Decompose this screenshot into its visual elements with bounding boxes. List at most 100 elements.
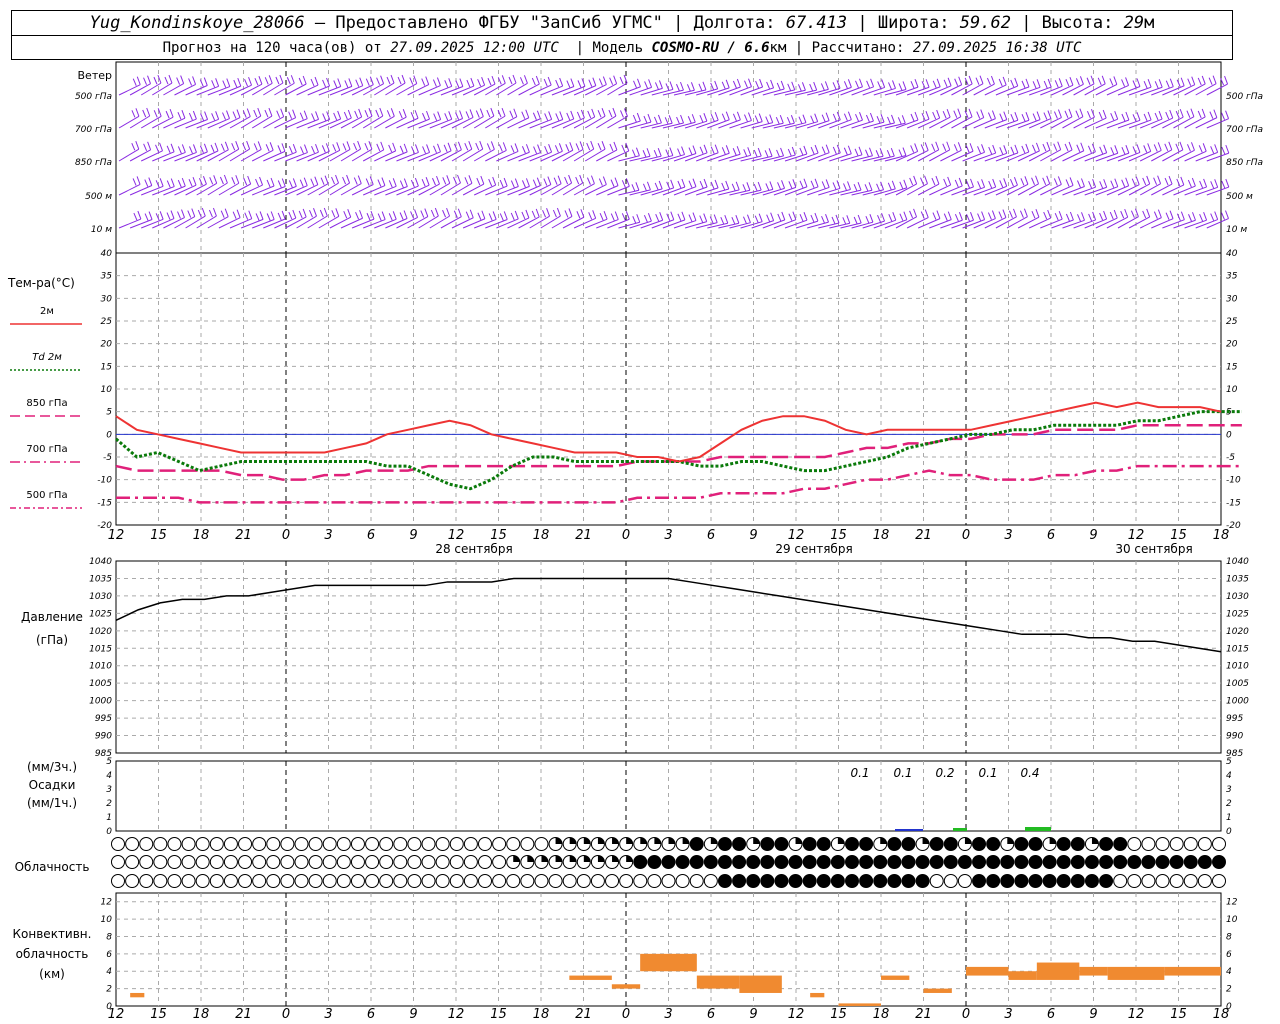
precip-axis-tick-right: 2 [1226, 799, 1232, 809]
cloud-fill [1099, 874, 1113, 888]
wind-barb-feather [311, 146, 315, 154]
wind-barb [351, 115, 373, 129]
wind-barb-feather [966, 180, 970, 189]
wind-barb-feather [244, 212, 249, 220]
wind-barb [707, 152, 730, 162]
wind-barb-feather [1003, 178, 1008, 187]
wind-barb-feather [1046, 141, 1051, 151]
wind-barb-feather [288, 211, 293, 220]
wind-barb [673, 220, 697, 229]
cloud-symbol [181, 855, 196, 869]
cloud-fill [1212, 855, 1226, 869]
wind-barb-feather [388, 213, 393, 221]
wind-barb-feather [1077, 214, 1081, 222]
pressure-axis-tick-right: 1030 [1226, 592, 1249, 602]
temp-hour-tick: 6 [1047, 528, 1055, 543]
wind-barb-feather [769, 181, 774, 190]
cloud-fill [817, 837, 831, 851]
wind-barb-feather [787, 83, 792, 92]
wind-barb-feather [192, 177, 197, 186]
wind-barb [1117, 151, 1141, 162]
cloud-symbol [308, 874, 323, 888]
convective-bar [838, 1003, 881, 1006]
convective-hour-tick: 9 [409, 1007, 417, 1022]
wind-barb-feather [180, 75, 185, 84]
temp-axis-tick-right: 10 [1226, 385, 1238, 395]
wind-barb-feather [254, 77, 259, 86]
wind-barb-feather [335, 174, 339, 184]
legend-label: Td 2м [32, 352, 62, 363]
wind-barb-feather [687, 116, 692, 124]
wind-barb-feather [742, 184, 747, 192]
wind-barb-feather [891, 114, 895, 124]
convective-bar [1136, 966, 1165, 980]
wind-barb [252, 219, 275, 229]
wind-barb-feather [1168, 141, 1173, 150]
wind-barb-feather [758, 113, 763, 122]
wind-barb-feather [337, 110, 342, 120]
wind-barb-feather [791, 146, 796, 156]
wind-barb-feather [401, 74, 406, 84]
wind-barb [895, 119, 919, 129]
cloud-fill [1014, 855, 1028, 869]
wind-barb-feather [300, 146, 304, 154]
wind-barb [185, 215, 206, 229]
wind-barb-feather [735, 215, 740, 224]
cloud-fill [1007, 837, 1014, 844]
wind-barb-feather [465, 211, 470, 219]
wind-barb-feather [331, 176, 335, 185]
wind-barb-feather [486, 109, 491, 118]
wind-barb-feather [977, 181, 982, 189]
wind-barb-feather [333, 112, 338, 121]
cloud-symbol [633, 874, 648, 888]
wind-barb-feather [847, 79, 852, 88]
wind-barb [229, 218, 252, 229]
wind-barb-feather [614, 211, 619, 220]
wind-barb-feather [721, 147, 726, 155]
cloud-symbol [520, 874, 535, 888]
wind-barb [1173, 185, 1196, 196]
wind-barb-feather [1114, 145, 1119, 154]
wind-barb-feather [1225, 110, 1230, 119]
wind-barb-feather [901, 115, 906, 124]
cloud-fill [612, 855, 619, 862]
wind-barb-feather [211, 80, 216, 88]
wind-barb-feather [865, 114, 870, 123]
cloud-symbol [548, 874, 563, 888]
wind-barb-feather [464, 177, 469, 185]
cloud-fill [1071, 855, 1085, 869]
wind-barb-feather [554, 145, 559, 153]
wind-barb [984, 152, 1007, 162]
wind-barb-feather [479, 108, 484, 117]
wind-barb-feather [1010, 146, 1015, 155]
wind-barb-feather [521, 111, 526, 119]
wind-barb-feather [537, 144, 542, 153]
wind-barb-feather [420, 210, 425, 218]
convective-hour-tick: 18 [873, 1007, 890, 1022]
wind-barb [129, 185, 152, 196]
wind-barb-feather [869, 214, 874, 223]
wind-barb-feather [203, 143, 208, 153]
wind-barb-feather [501, 75, 506, 84]
cloud-fill [837, 837, 845, 844]
convective-bar [696, 975, 740, 989]
wind-barb-feather [1169, 109, 1174, 119]
wind-barb [240, 83, 263, 96]
wind-barb-feather [210, 144, 215, 153]
cloud-fill [972, 855, 986, 869]
wind-barb-feather [1153, 144, 1158, 152]
wind-barb [1051, 185, 1074, 196]
wind-barb [718, 222, 739, 229]
wind-barb-feather [1214, 179, 1219, 188]
wind-barb [551, 118, 574, 129]
wind-barb-feather [777, 182, 782, 190]
wind-barb-feather [459, 110, 464, 119]
wind-barb [807, 88, 829, 96]
pressure-axis-tick-right: 990 [1226, 732, 1243, 742]
wind-barb-feather [813, 81, 818, 91]
wind-barb-feather [1021, 80, 1026, 89]
wind-barb-feather [746, 214, 751, 223]
cloud-fill [583, 837, 591, 844]
wind-barb-feather [1043, 211, 1048, 220]
wind-barb [973, 186, 996, 196]
